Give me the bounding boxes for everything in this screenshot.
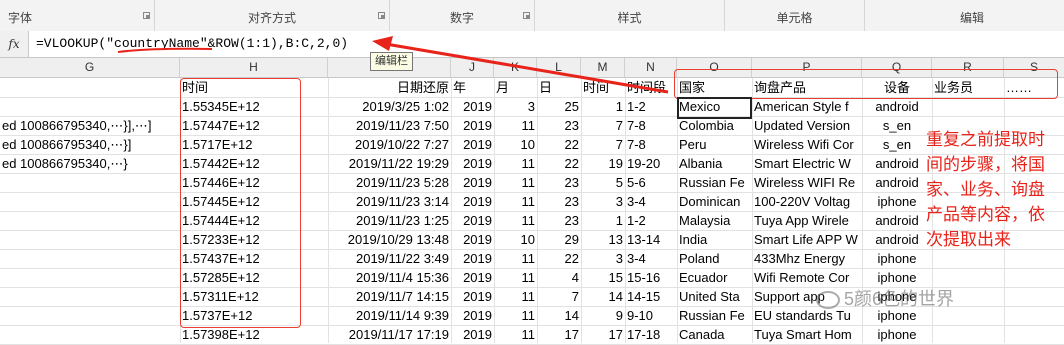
arrow-head-icon <box>372 36 393 51</box>
arrow-line <box>379 41 669 94</box>
arrow-annotation <box>117 36 669 94</box>
underline-mark <box>117 47 213 53</box>
